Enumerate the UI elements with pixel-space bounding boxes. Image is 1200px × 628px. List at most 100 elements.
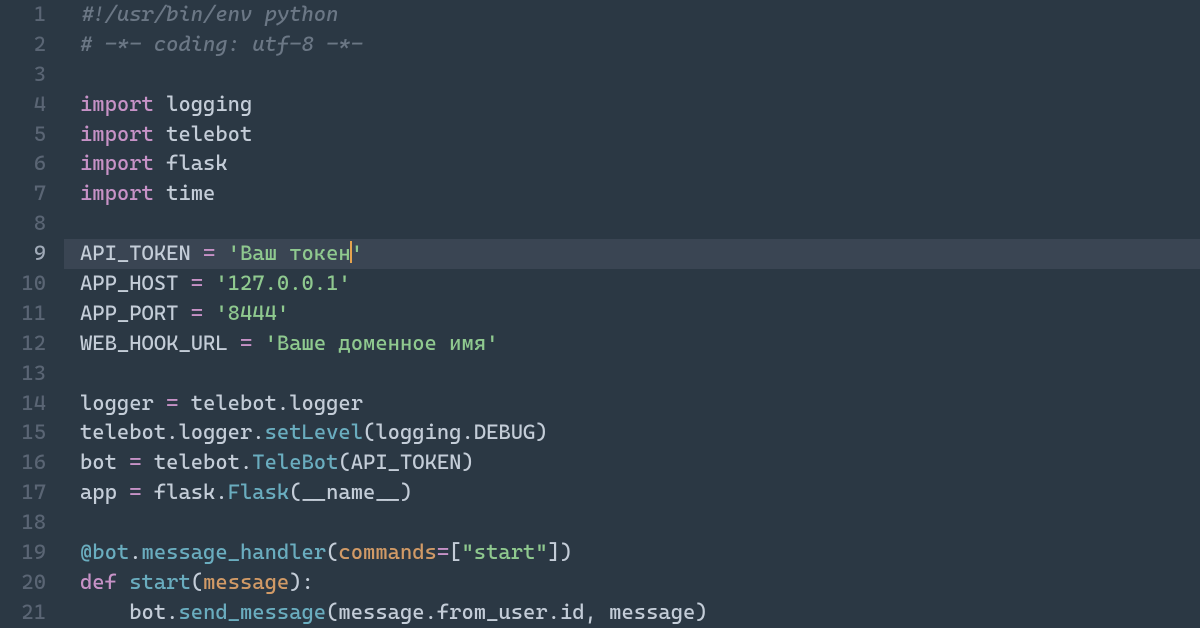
line-number: 1 (0, 0, 46, 30)
token-ident: telebot (142, 450, 240, 474)
token-punct: . (129, 540, 141, 564)
token-comment: # -*- coding: utf-8 -*- (80, 32, 363, 56)
token-const: commands (338, 540, 436, 564)
token-ident: id (560, 600, 585, 624)
token-ident: telebot (80, 420, 166, 444)
token-ident: from_user (437, 600, 548, 624)
line-number: 7 (0, 179, 46, 209)
token-punct: ( (191, 570, 203, 594)
code-line[interactable]: logger = telebot.logger (80, 389, 1200, 419)
token-op: = (203, 241, 215, 265)
code-area[interactable]: #!/usr/bin/env python # -*- coding: utf-8… (64, 0, 1200, 628)
line-number: 2 (0, 30, 46, 60)
token-punct: ( (326, 540, 338, 564)
token-fn: send_message (178, 600, 326, 624)
token-ident: message (338, 600, 424, 624)
token-ident: APP_HOST (80, 271, 191, 295)
token-op: = (191, 301, 203, 325)
line-number: 19 (0, 538, 46, 568)
code-line[interactable] (80, 60, 1200, 90)
line-number: 3 (0, 60, 46, 90)
token-punct: ( (363, 420, 375, 444)
token-ident: logger (289, 391, 363, 415)
token-str: ' (351, 241, 363, 265)
code-line[interactable]: #!/usr/bin/env python (80, 0, 1200, 30)
token-decor: @bot (80, 540, 129, 564)
line-number: 5 (0, 120, 46, 150)
token-ident: telebot (178, 391, 276, 415)
code-line[interactable]: import telebot (80, 120, 1200, 150)
token-ident: __name__ (302, 480, 400, 504)
code-line[interactable]: # -*- coding: utf-8 -*- (80, 30, 1200, 60)
line-number: 15 (0, 418, 46, 448)
line-number: 20 (0, 568, 46, 598)
token-fn: setLevel (265, 420, 363, 444)
code-line[interactable]: import flask (80, 149, 1200, 179)
token-const: message (203, 570, 289, 594)
code-line[interactable]: APP_HOST = '127.0.0.1' (80, 269, 1200, 299)
token-ident (203, 301, 215, 325)
token-op: = (166, 391, 178, 415)
token-punct: [ (449, 540, 461, 564)
line-number: 9 (0, 239, 46, 269)
code-line[interactable] (80, 209, 1200, 239)
line-number: 12 (0, 329, 46, 359)
code-line[interactable]: bot.send_message(message.from_user.id, m… (80, 598, 1200, 628)
token-op: = (129, 450, 141, 474)
token-punct: ) (289, 570, 301, 594)
token-ident: bot (80, 450, 129, 474)
token-punct: ) (535, 420, 547, 444)
token-fn: message_handler (142, 540, 327, 564)
code-line[interactable]: telebot.logger.setLevel(logging.DEBUG) (80, 418, 1200, 448)
token-kw: def (80, 570, 117, 594)
token-ident: message (597, 600, 695, 624)
token-str: '8444' (215, 301, 289, 325)
token-ident (117, 570, 129, 594)
line-number: 11 (0, 299, 46, 329)
token-kw: import (80, 122, 154, 146)
line-number: 4 (0, 90, 46, 120)
token-ident: API_TOKEN (351, 450, 462, 474)
token-punct: . (425, 600, 437, 624)
token-ident: logging (375, 420, 461, 444)
code-line[interactable] (80, 359, 1200, 389)
token-punct: . (166, 600, 178, 624)
code-line[interactable] (80, 508, 1200, 538)
token-ident (215, 241, 227, 265)
code-line[interactable]: @bot.message_handler(commands=["start"]) (80, 538, 1200, 568)
token-punct: ) (461, 450, 473, 474)
token-str: 'Ваше доменное имя' (265, 331, 499, 355)
token-ident: DEBUG (474, 420, 536, 444)
token-ident: APP_PORT (80, 301, 191, 325)
code-line[interactable]: app = flask.Flask(__name__) (80, 478, 1200, 508)
token-ident (154, 151, 166, 175)
token-ident: bot (80, 600, 166, 624)
token-op: = (129, 480, 141, 504)
token-punct: ( (289, 480, 301, 504)
code-line[interactable]: def start(message): (80, 568, 1200, 598)
line-number: 8 (0, 209, 46, 239)
line-number: 16 (0, 448, 46, 478)
token-comment: #!/usr/bin/env python (80, 2, 338, 26)
token-ident: flask (166, 151, 228, 175)
code-line[interactable]: APP_PORT = '8444' (80, 299, 1200, 329)
token-punct: . (215, 480, 227, 504)
token-punct: . (166, 420, 178, 444)
code-line[interactable]: import time (80, 179, 1200, 209)
token-punct: ] (548, 540, 560, 564)
token-punct: . (252, 420, 264, 444)
code-line[interactable]: WEB_HOOK_URL = 'Ваше доменное имя' (80, 329, 1200, 359)
token-ident: telebot (166, 122, 252, 146)
token-fn: TeleBot (252, 450, 338, 474)
token-ident (154, 181, 166, 205)
code-line[interactable]: bot = telebot.TeleBot(API_TOKEN) (80, 448, 1200, 478)
token-punct: ) (695, 600, 707, 624)
code-editor[interactable]: 123456789101112131415161718192021 #!/usr… (0, 0, 1200, 628)
line-number-gutter: 123456789101112131415161718192021 (0, 0, 64, 628)
code-line[interactable]: import logging (80, 90, 1200, 120)
token-ident (252, 331, 264, 355)
token-ident (154, 92, 166, 116)
token-op: = (240, 331, 252, 355)
code-line[interactable]: API_TOKEN = 'Ваш токен' (64, 239, 1200, 269)
token-ident: flask (142, 480, 216, 504)
